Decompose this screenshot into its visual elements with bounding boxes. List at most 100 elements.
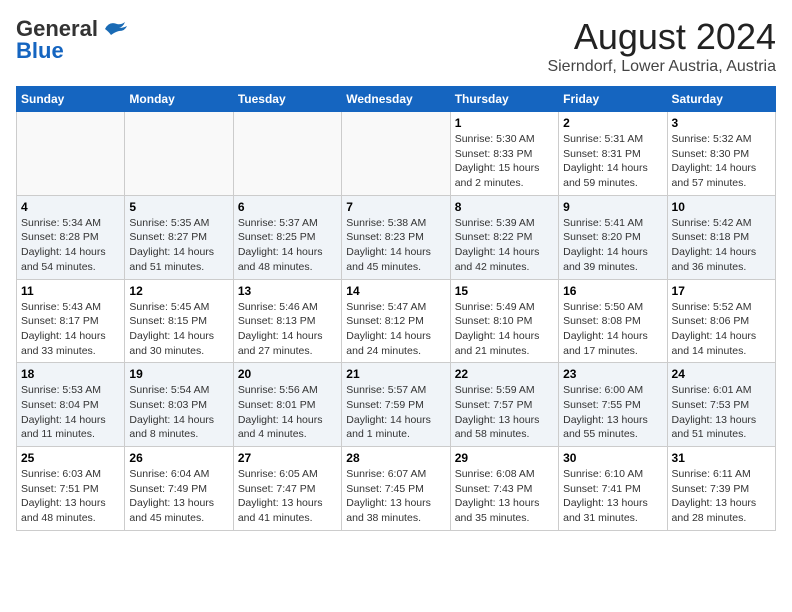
calendar-day-cell: 30Sunrise: 6:10 AM Sunset: 7:41 PM Dayli… [559, 447, 667, 531]
weekday-header-monday: Monday [125, 87, 233, 112]
day-number: 6 [238, 200, 337, 214]
day-number: 9 [563, 200, 662, 214]
day-info: Sunrise: 5:41 AM Sunset: 8:20 PM Dayligh… [563, 216, 662, 275]
day-number: 19 [129, 367, 228, 381]
calendar-day-cell: 13Sunrise: 5:46 AM Sunset: 8:13 PM Dayli… [233, 279, 341, 363]
day-info: Sunrise: 5:50 AM Sunset: 8:08 PM Dayligh… [563, 300, 662, 359]
day-info: Sunrise: 5:45 AM Sunset: 8:15 PM Dayligh… [129, 300, 228, 359]
day-info: Sunrise: 5:35 AM Sunset: 8:27 PM Dayligh… [129, 216, 228, 275]
location-title: Sierndorf, Lower Austria, Austria [547, 58, 776, 76]
day-number: 11 [21, 284, 120, 298]
day-info: Sunrise: 6:01 AM Sunset: 7:53 PM Dayligh… [672, 383, 771, 442]
calendar-day-cell [125, 112, 233, 196]
day-info: Sunrise: 6:05 AM Sunset: 7:47 PM Dayligh… [238, 467, 337, 526]
day-info: Sunrise: 5:53 AM Sunset: 8:04 PM Dayligh… [21, 383, 120, 442]
day-info: Sunrise: 6:07 AM Sunset: 7:45 PM Dayligh… [346, 467, 445, 526]
calendar-day-cell: 14 Sunrise: 5:47 AM Sunset: 8:12 PM Dayli… [342, 279, 450, 363]
day-number: 10 [672, 200, 771, 214]
calendar-day-cell: 6 Sunrise: 5:37 AM Sunset: 8:25 PM Daylig… [233, 195, 341, 279]
day-number: 13 [238, 284, 337, 298]
day-number: 16 [563, 284, 662, 298]
day-info: Sunrise: 6:00 AM Sunset: 7:55 PM Dayligh… [563, 383, 662, 442]
calendar-week-row: 1 Sunrise: 5:30 AM Sunset: 8:33 PM Daylig… [17, 112, 776, 196]
calendar-day-cell: 29 Sunrise: 6:08 AM Sunset: 7:43 PM Dayli… [450, 447, 558, 531]
calendar-day-cell: 8Sunrise: 5:39 AM Sunset: 8:22 PM Daylig… [450, 195, 558, 279]
day-number: 20 [238, 367, 337, 381]
day-number: 5 [129, 200, 228, 214]
day-number: 12 [129, 284, 228, 298]
calendar-day-cell: 24 Sunrise: 6:01 AM Sunset: 7:53 PM Dayli… [667, 363, 775, 447]
weekday-header-wednesday: Wednesday [342, 87, 450, 112]
day-number: 18 [21, 367, 120, 381]
page-header: General Blue August 2024 Sierndorf, Lowe… [16, 16, 776, 76]
day-number: 14 [346, 284, 445, 298]
logo-blue-text: Blue [16, 38, 64, 64]
day-number: 21 [346, 367, 445, 381]
calendar-week-row: 18 Sunrise: 5:53 AM Sunset: 8:04 PM Dayli… [17, 363, 776, 447]
day-number: 8 [455, 200, 554, 214]
calendar-day-cell: 28Sunrise: 6:07 AM Sunset: 7:45 PM Dayli… [342, 447, 450, 531]
calendar-day-cell: 10 Sunrise: 5:42 AM Sunset: 8:18 PM Dayli… [667, 195, 775, 279]
calendar-day-cell: 21 Sunrise: 5:57 AM Sunset: 7:59 PM Dayli… [342, 363, 450, 447]
calendar-day-cell: 7 Sunrise: 5:38 AM Sunset: 8:23 PM Daylig… [342, 195, 450, 279]
day-number: 1 [455, 116, 554, 130]
month-title: August 2024 [547, 16, 776, 58]
weekday-header-friday: Friday [559, 87, 667, 112]
calendar-day-cell [342, 112, 450, 196]
day-info: Sunrise: 5:49 AM Sunset: 8:10 PM Dayligh… [455, 300, 554, 359]
day-number: 22 [455, 367, 554, 381]
calendar-day-cell: 17 Sunrise: 5:52 AM Sunset: 8:06 PM Dayli… [667, 279, 775, 363]
calendar-day-cell: 16 Sunrise: 5:50 AM Sunset: 8:08 PM Dayli… [559, 279, 667, 363]
day-info: Sunrise: 6:08 AM Sunset: 7:43 PM Dayligh… [455, 467, 554, 526]
day-info: Sunrise: 6:11 AM Sunset: 7:39 PM Dayligh… [672, 467, 771, 526]
calendar-day-cell: 26Sunrise: 6:04 AM Sunset: 7:49 PM Dayli… [125, 447, 233, 531]
calendar-day-cell: 4Sunrise: 5:34 AM Sunset: 8:28 PM Daylig… [17, 195, 125, 279]
calendar-day-cell: 20 Sunrise: 5:56 AM Sunset: 8:01 PM Dayli… [233, 363, 341, 447]
day-number: 7 [346, 200, 445, 214]
day-info: Sunrise: 6:10 AM Sunset: 7:41 PM Dayligh… [563, 467, 662, 526]
weekday-header-tuesday: Tuesday [233, 87, 341, 112]
calendar-day-cell: 31Sunrise: 6:11 AM Sunset: 7:39 PM Dayli… [667, 447, 775, 531]
day-info: Sunrise: 5:56 AM Sunset: 8:01 PM Dayligh… [238, 383, 337, 442]
calendar-week-row: 11 Sunrise: 5:43 AM Sunset: 8:17 PM Dayli… [17, 279, 776, 363]
day-info: Sunrise: 5:47 AM Sunset: 8:12 PM Dayligh… [346, 300, 445, 359]
day-number: 24 [672, 367, 771, 381]
day-number: 17 [672, 284, 771, 298]
calendar-day-cell: 1 Sunrise: 5:30 AM Sunset: 8:33 PM Daylig… [450, 112, 558, 196]
day-info: Sunrise: 5:37 AM Sunset: 8:25 PM Dayligh… [238, 216, 337, 275]
day-info: Sunrise: 5:42 AM Sunset: 8:18 PM Dayligh… [672, 216, 771, 275]
weekday-header-row: SundayMondayTuesdayWednesdayThursdayFrid… [17, 87, 776, 112]
day-info: Sunrise: 6:04 AM Sunset: 7:49 PM Dayligh… [129, 467, 228, 526]
day-info: Sunrise: 5:38 AM Sunset: 8:23 PM Dayligh… [346, 216, 445, 275]
logo: General Blue [16, 16, 129, 64]
day-number: 29 [455, 451, 554, 465]
day-info: Sunrise: 5:34 AM Sunset: 8:28 PM Dayligh… [21, 216, 120, 275]
day-info: Sunrise: 5:30 AM Sunset: 8:33 PM Dayligh… [455, 132, 554, 191]
day-number: 25 [21, 451, 120, 465]
day-info: Sunrise: 5:31 AM Sunset: 8:31 PM Dayligh… [563, 132, 662, 191]
day-info: Sunrise: 5:43 AM Sunset: 8:17 PM Dayligh… [21, 300, 120, 359]
calendar-week-row: 4Sunrise: 5:34 AM Sunset: 8:28 PM Daylig… [17, 195, 776, 279]
day-info: Sunrise: 5:57 AM Sunset: 7:59 PM Dayligh… [346, 383, 445, 442]
calendar-day-cell: 11 Sunrise: 5:43 AM Sunset: 8:17 PM Dayli… [17, 279, 125, 363]
calendar-day-cell: 5 Sunrise: 5:35 AM Sunset: 8:27 PM Daylig… [125, 195, 233, 279]
day-info: Sunrise: 5:32 AM Sunset: 8:30 PM Dayligh… [672, 132, 771, 191]
calendar-day-cell: 12 Sunrise: 5:45 AM Sunset: 8:15 PM Dayli… [125, 279, 233, 363]
calendar-day-cell: 22 Sunrise: 5:59 AM Sunset: 7:57 PM Dayli… [450, 363, 558, 447]
calendar-day-cell: 15Sunrise: 5:49 AM Sunset: 8:10 PM Dayli… [450, 279, 558, 363]
calendar-day-cell [17, 112, 125, 196]
day-info: Sunrise: 5:59 AM Sunset: 7:57 PM Dayligh… [455, 383, 554, 442]
calendar-day-cell: 23 Sunrise: 6:00 AM Sunset: 7:55 PM Dayli… [559, 363, 667, 447]
weekday-header-sunday: Sunday [17, 87, 125, 112]
weekday-header-saturday: Saturday [667, 87, 775, 112]
day-number: 27 [238, 451, 337, 465]
calendar-table: SundayMondayTuesdayWednesdayThursdayFrid… [16, 86, 776, 531]
day-info: Sunrise: 6:03 AM Sunset: 7:51 PM Dayligh… [21, 467, 120, 526]
calendar-day-cell: 18 Sunrise: 5:53 AM Sunset: 8:04 PM Dayli… [17, 363, 125, 447]
calendar-day-cell: 3Sunrise: 5:32 AM Sunset: 8:30 PM Daylig… [667, 112, 775, 196]
calendar-day-cell: 25 Sunrise: 6:03 AM Sunset: 7:51 PM Dayli… [17, 447, 125, 531]
day-info: Sunrise: 5:52 AM Sunset: 8:06 PM Dayligh… [672, 300, 771, 359]
day-number: 23 [563, 367, 662, 381]
calendar-day-cell [233, 112, 341, 196]
day-number: 2 [563, 116, 662, 130]
